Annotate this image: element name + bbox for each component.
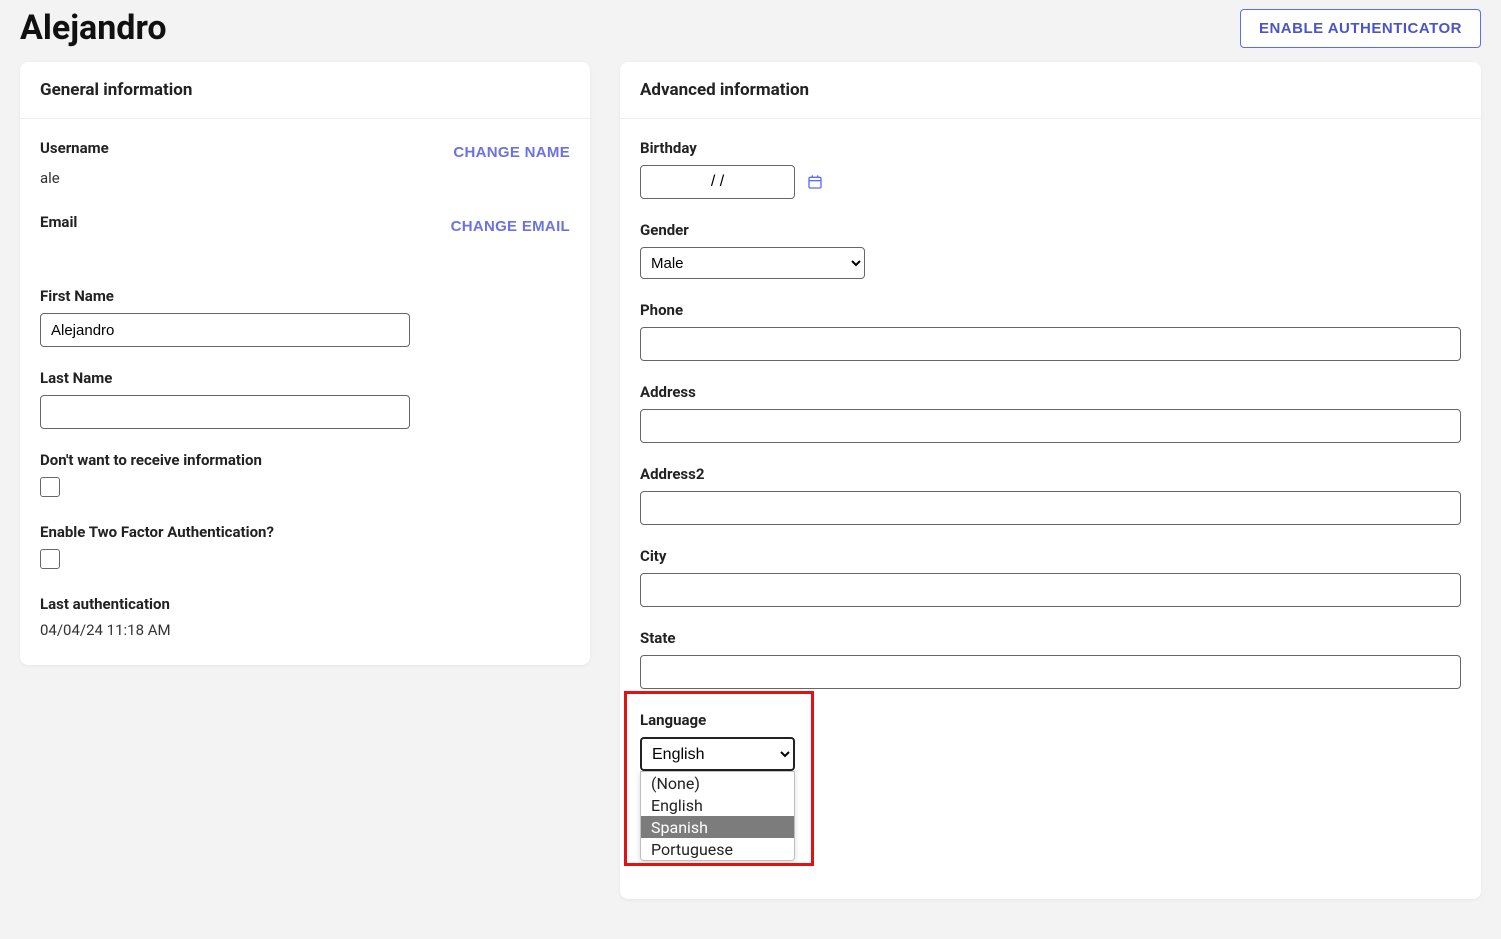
language-field: Language English (None) English Spanish … [640,711,1461,771]
username-value: ale [40,169,570,187]
language-option-portuguese[interactable]: Portuguese [641,838,794,860]
calendar-icon[interactable] [807,174,823,190]
city-input[interactable] [640,573,1461,607]
username-label: Username [40,139,109,157]
change-name-button[interactable]: CHANGE NAME [453,144,570,161]
phone-label: Phone [640,301,1461,319]
phone-input[interactable] [640,327,1461,361]
address2-label: Address2 [640,465,1461,483]
language-label: Language [640,711,1461,729]
address-label: Address [640,383,1461,401]
email-label: Email [40,213,77,231]
change-email-button[interactable]: CHANGE EMAIL [451,218,570,235]
state-input[interactable] [640,655,1461,689]
email-value [40,243,570,261]
first-name-input[interactable] [40,313,410,347]
last-auth-label: Last authentication [40,595,570,613]
state-label: State [640,629,1461,647]
language-dropdown: (None) English Spanish Portuguese [640,771,795,861]
two-fa-checkbox[interactable] [40,549,60,569]
address2-input[interactable] [640,491,1461,525]
birthday-input[interactable] [640,165,795,199]
last-name-input[interactable] [40,395,410,429]
last-name-label: Last Name [40,369,570,387]
gender-label: Gender [640,221,1461,239]
no-info-checkbox[interactable] [40,477,60,497]
city-label: City [640,547,1461,565]
last-auth-value: 04/04/24 11:18 AM [40,621,570,639]
birthday-label: Birthday [640,139,1461,157]
gender-select[interactable]: Male [640,247,865,279]
language-select[interactable]: English [640,737,795,771]
general-info-card: General information Username CHANGE NAME… [20,62,590,665]
address-input[interactable] [640,409,1461,443]
two-fa-label: Enable Two Factor Authentication? [40,523,570,541]
page-title: Alejandro [20,8,167,48]
advanced-info-title: Advanced information [620,62,1481,119]
language-option-english[interactable]: English [641,794,794,816]
advanced-info-card: Advanced information Birthday Gender Mal… [620,62,1481,899]
general-info-title: General information [20,62,590,119]
enable-authenticator-button[interactable]: ENABLE AUTHENTICATOR [1240,9,1481,48]
language-option-spanish[interactable]: Spanish [641,816,794,838]
language-option-none[interactable]: (None) [641,772,794,794]
no-info-label: Don't want to receive information [40,451,570,469]
first-name-label: First Name [40,287,570,305]
